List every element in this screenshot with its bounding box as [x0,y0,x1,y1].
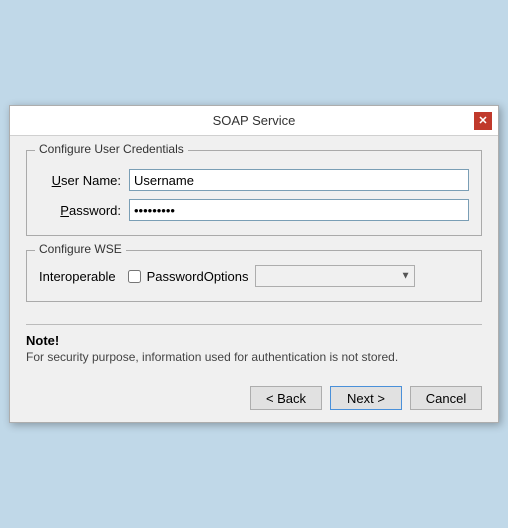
wse-row: Interoperable PasswordOptions ▼ [39,265,469,287]
window-title: SOAP Service [34,113,474,128]
password-row: Password: [39,199,469,221]
note-area: Note! For security purpose, information … [26,324,482,364]
next-button[interactable]: Next > [330,386,402,410]
close-button[interactable]: ✕ [474,112,492,130]
note-title: Note! [26,333,482,348]
username-input[interactable] [129,169,469,191]
title-bar: SOAP Service ✕ [10,106,498,136]
soap-service-window: SOAP Service ✕ Configure User Credential… [9,105,499,423]
password-options-dropdown[interactable] [255,265,415,287]
interoperable-checkbox[interactable] [128,270,141,283]
wse-legend: Configure WSE [35,242,126,256]
password-label: Password: [39,203,121,218]
back-button[interactable]: < Back [250,386,322,410]
credentials-group: Configure User Credentials User Name: Pa… [26,150,482,236]
wse-group: Configure WSE Interoperable PasswordOpti… [26,250,482,302]
button-row: < Back Next > Cancel [10,378,498,422]
interoperable-label: Interoperable [39,269,116,284]
window-content: Configure User Credentials User Name: Pa… [10,136,498,378]
password-options-dropdown-wrapper: ▼ [255,265,415,287]
password-options-label: PasswordOptions [147,269,249,284]
credentials-legend: Configure User Credentials [35,142,188,156]
note-text: For security purpose, information used f… [26,350,482,364]
username-row: User Name: [39,169,469,191]
cancel-button[interactable]: Cancel [410,386,482,410]
username-label: User Name: [39,173,121,188]
password-input[interactable] [129,199,469,221]
